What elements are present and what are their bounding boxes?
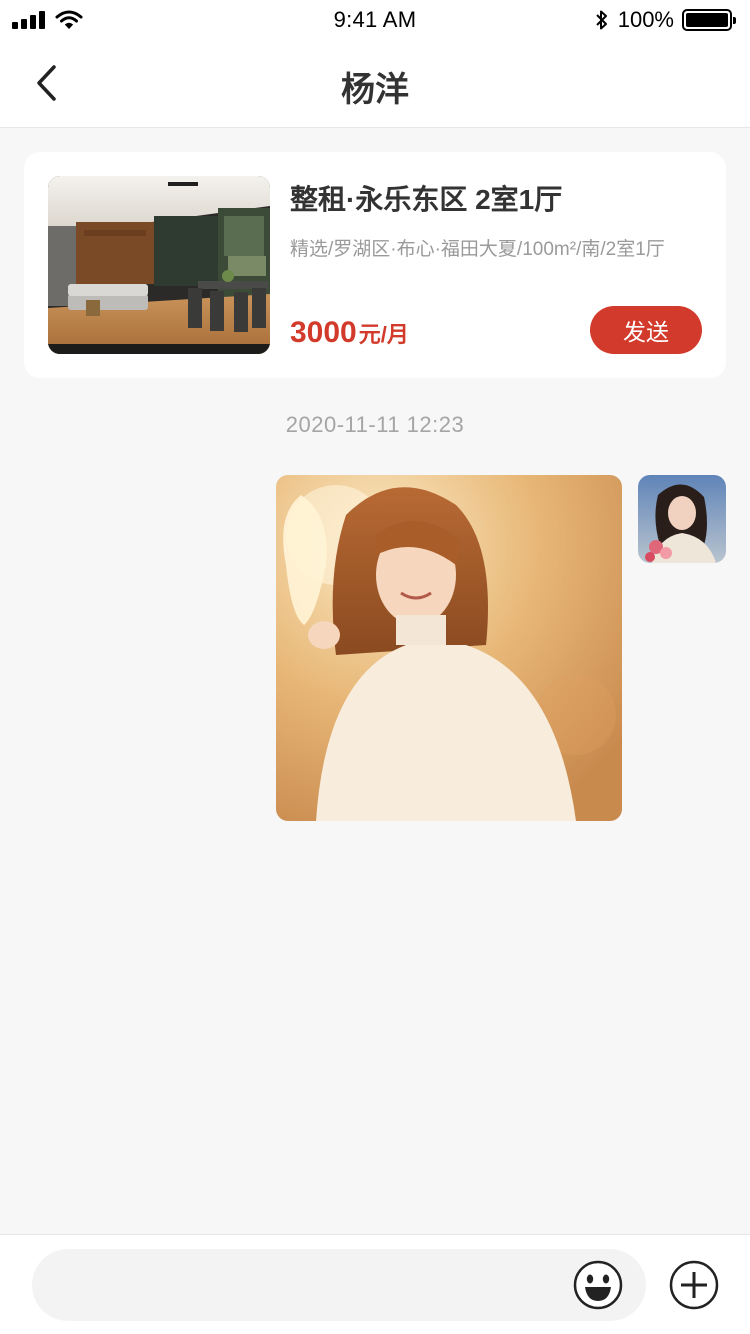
avatar[interactable] xyxy=(638,475,726,563)
house-photo[interactable] xyxy=(48,176,270,354)
house-price: 3000 元/月 xyxy=(290,316,409,350)
price-unit: 元/月 xyxy=(358,322,409,347)
plus-button[interactable] xyxy=(668,1259,720,1311)
emoji-button[interactable] xyxy=(572,1259,624,1311)
message-timestamp: 2020-11-11 12:23 xyxy=(285,412,465,437)
plus-circle-icon xyxy=(669,1260,719,1310)
price-value: 3000 xyxy=(290,316,357,349)
status-bar: 9:41 AM 100% xyxy=(0,0,750,40)
house-title: 整租·永乐东区 2室1厅 xyxy=(290,184,563,215)
image-message[interactable] xyxy=(276,475,622,821)
nav-bar: 杨洋 xyxy=(0,40,750,128)
input-bar xyxy=(0,1234,750,1334)
message-input[interactable] xyxy=(32,1249,646,1321)
house-card[interactable]: 整租·永乐东区 2室1厅 精选/罗湖区·布心·福田大夏/100m²/南/2室1厅… xyxy=(24,152,726,378)
send-button[interactable]: 发送 xyxy=(590,306,702,354)
page-title: 杨洋 xyxy=(341,71,409,109)
house-tags: 精选/罗湖区·布心·福田大夏/100m²/南/2室1厅 xyxy=(290,239,665,260)
battery-icon xyxy=(682,9,736,31)
smiley-icon xyxy=(573,1260,623,1310)
status-time: 9:41 AM xyxy=(333,7,417,32)
